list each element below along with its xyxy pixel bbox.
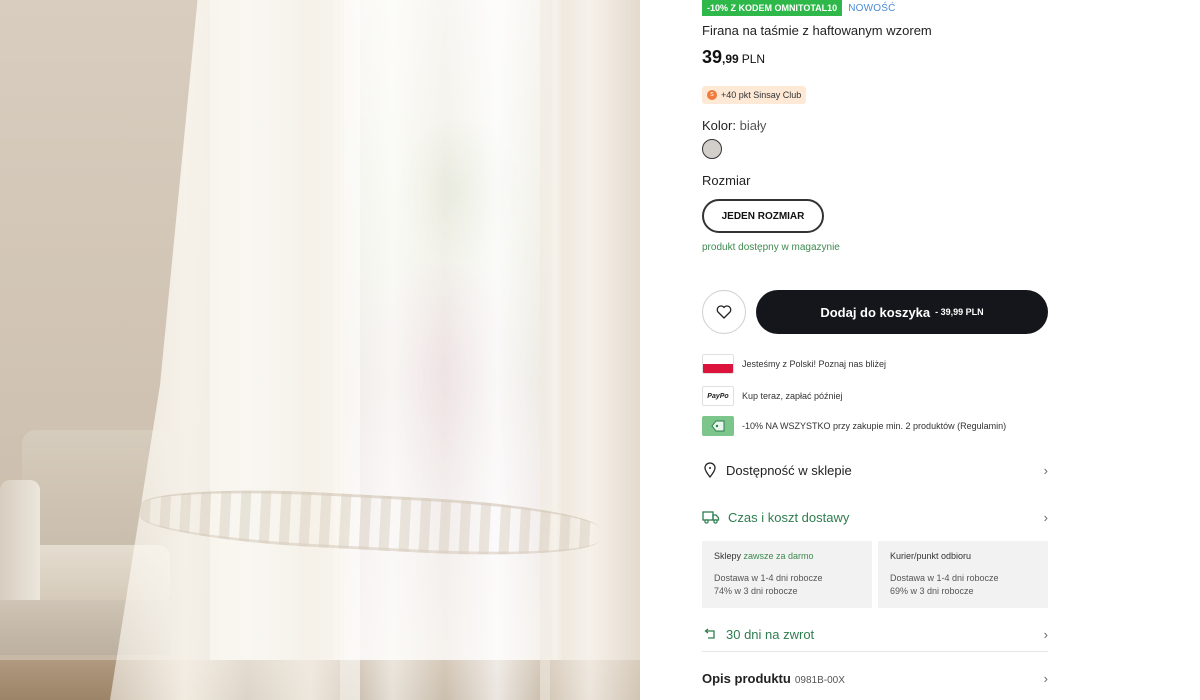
store-availability-row[interactable]: Dostępność w sklepie › xyxy=(702,458,1048,482)
shipping-option-title: Sklepy zawsze za darmo xyxy=(714,551,860,561)
add-to-cart-label: Dodaj do koszyka xyxy=(820,304,931,320)
product-code: 0981B-00X xyxy=(794,674,845,686)
price-whole: 39 xyxy=(702,47,723,67)
info-paypo[interactable]: PayPo Kup teraz, zapłać później xyxy=(702,386,843,406)
section-divider xyxy=(702,651,1048,652)
product-description-row[interactable]: Opis produktu 0981B-00X › xyxy=(702,666,1048,690)
product-tags: -10% Z KODEM OMNITOTAL10 NOWOŚĆ xyxy=(702,0,896,16)
info-text: Kup teraz, zapłać później xyxy=(742,391,843,401)
color-swatch-white[interactable] xyxy=(702,139,722,159)
return-arrow-icon xyxy=(704,628,715,639)
delivery-row[interactable]: Czas i koszt dostawy › xyxy=(702,505,1048,529)
product-price: 39,99 PLN xyxy=(702,47,765,68)
product-description-title: Opis produktu xyxy=(702,670,791,686)
product-details: -10% Z KODEM OMNITOTAL10 NOWOŚĆ Firana n… xyxy=(702,0,1048,700)
shipping-option-courier: Kurier/punkt odbioru Dostawa w 1-4 dni r… xyxy=(878,541,1048,608)
location-pin-icon xyxy=(704,462,716,478)
info-discount[interactable]: -10% NA WSZYSTKO przy zakupie min. 2 pro… xyxy=(702,416,1006,436)
returns-label: 30 dni na zwrot xyxy=(726,626,815,642)
color-label-key: Kolor: xyxy=(702,118,736,133)
paypo-icon: PayPo xyxy=(702,386,734,406)
shipping-option-note: zawsze za darmo xyxy=(743,551,814,561)
shipping-option-title: Kurier/punkt odbioru xyxy=(890,551,1036,561)
club-points-badge: s +40 pkt Sinsay Club xyxy=(702,86,807,104)
promo-code-badge: -10% Z KODEM OMNITOTAL10 xyxy=(702,0,843,16)
photo-curtain-panel xyxy=(540,0,640,700)
club-coin-icon: s xyxy=(707,90,717,100)
delivery-truck-icon xyxy=(702,511,720,524)
color-label: Kolor: biały xyxy=(702,118,766,133)
chevron-right-icon: › xyxy=(1043,509,1048,525)
price-decimal: ,99 xyxy=(722,52,739,66)
discount-tag-icon xyxy=(702,416,734,436)
product-title: Firana na taśmie z haftowanym wzorem xyxy=(702,23,932,38)
size-label: Rozmiar xyxy=(702,173,751,188)
photo-curtain-panel xyxy=(340,0,550,700)
shipping-option-time: Dostawa w 1-4 dni robocze xyxy=(714,573,823,583)
chevron-right-icon: › xyxy=(1043,462,1048,478)
info-text: Jesteśmy z Polski! Poznaj nas bliżej xyxy=(742,359,887,369)
wishlist-button[interactable] xyxy=(702,290,746,334)
paypo-badge: PayPo xyxy=(707,392,729,400)
shipping-option-name: Sklepy xyxy=(714,551,742,561)
add-to-cart-button[interactable]: Dodaj do koszyka - 39,99 PLN xyxy=(756,290,1048,334)
product-image[interactable] xyxy=(0,0,640,700)
add-to-cart-price: - 39,99 PLN xyxy=(935,307,984,317)
size-option-button[interactable]: JEDEN ROZMIAR xyxy=(702,199,824,233)
price-currency: PLN xyxy=(741,52,766,66)
availability-status: produkt dostępny w magazynie xyxy=(702,242,840,253)
info-text: -10% NA WSZYSTKO przy zakupie min. 2 pro… xyxy=(742,421,1007,431)
heart-icon xyxy=(716,305,732,319)
returns-row[interactable]: 30 dni na zwrot › xyxy=(702,622,1048,646)
chevron-right-icon: › xyxy=(1043,626,1048,642)
shipping-option-stat: 74% w 3 dni robocze xyxy=(714,586,798,596)
shipping-option-name: Kurier/punkt odbioru xyxy=(890,551,972,561)
club-points-label: +40 pkt Sinsay Club xyxy=(721,90,802,100)
store-availability-label: Dostępność w sklepie xyxy=(726,462,852,478)
new-badge: NOWOŚĆ xyxy=(848,2,896,14)
shipping-option-time: Dostawa w 1-4 dni robocze xyxy=(890,573,999,583)
poland-flag-icon xyxy=(702,354,734,374)
shipping-option-stores: Sklepy zawsze za darmo Dostawa w 1-4 dni… xyxy=(702,541,872,608)
shipping-option-stat: 69% w 3 dni robocze xyxy=(890,586,974,596)
info-poland[interactable]: Jesteśmy z Polski! Poznaj nas bliżej xyxy=(702,354,886,374)
chevron-right-icon: › xyxy=(1043,670,1048,686)
product-description-label: Opis produktu 0981B-00X xyxy=(702,671,1030,686)
delivery-label: Czas i koszt dostawy xyxy=(728,509,850,525)
color-value: biały xyxy=(739,118,767,133)
